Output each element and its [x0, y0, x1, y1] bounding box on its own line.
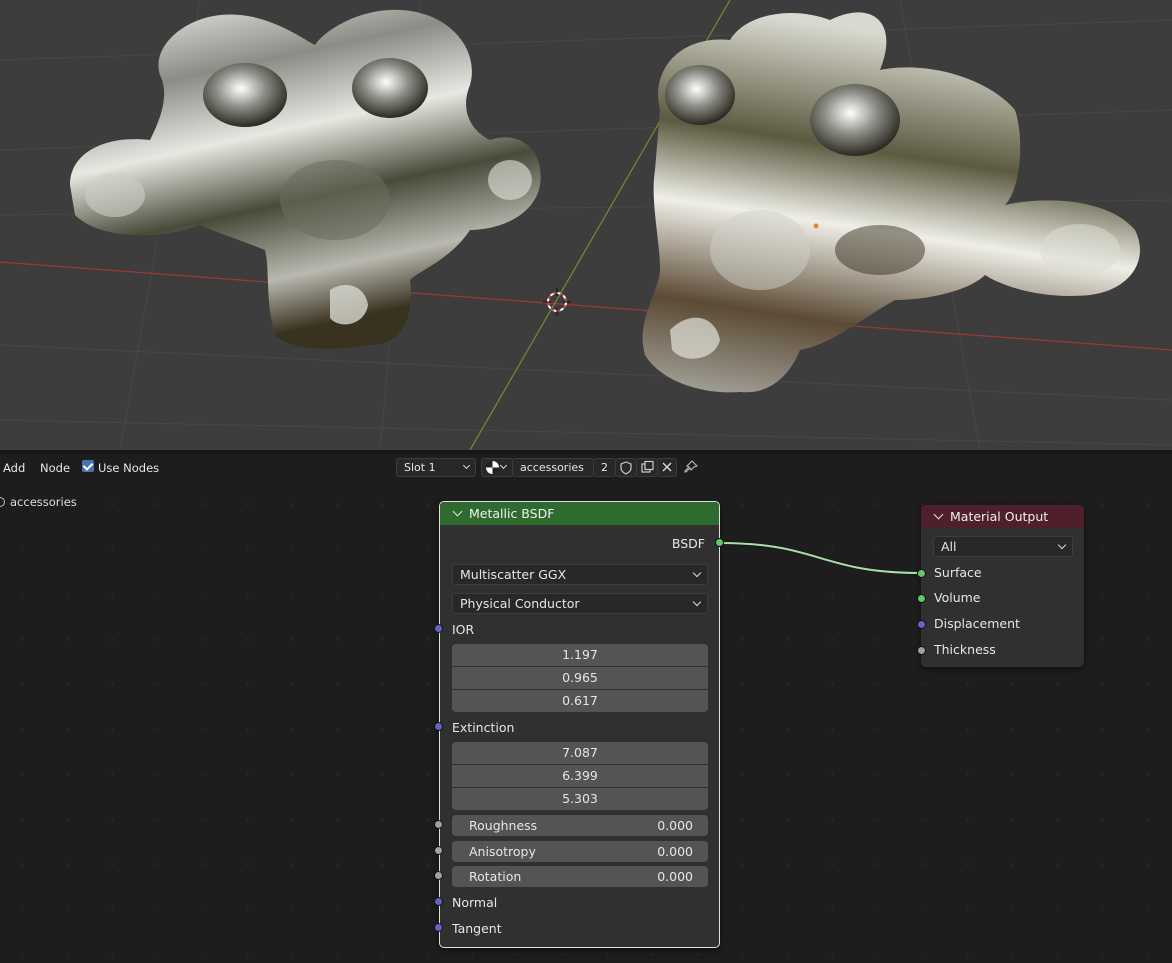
node-editor-canvas[interactable]: accessories Metallic BSDF BSDF Multiscat…	[0, 482, 1172, 963]
material-breadcrumb: accessories	[10, 495, 77, 509]
material-sphere-icon	[486, 461, 499, 474]
ior-input-socket[interactable]	[434, 624, 443, 633]
material-name-field[interactable]: accessories	[512, 458, 594, 477]
rotation-slider[interactable]: Rotation 0.000	[452, 866, 708, 887]
fresnel-type-value: Physical Conductor	[460, 596, 580, 611]
metallic-bsdf-title: Metallic BSDF	[469, 506, 555, 521]
anisotropy-value: 0.000	[657, 844, 693, 859]
ior-x-value: 1.197	[562, 647, 598, 662]
output-target-value: All	[941, 539, 957, 554]
normal-label: Normal	[452, 895, 498, 910]
ior-y-value: 0.965	[562, 670, 598, 685]
rotation-label: Rotation	[469, 869, 522, 884]
ior-z-field[interactable]: 0.617	[452, 690, 708, 712]
surface-input-socket[interactable]	[917, 569, 926, 578]
duplicate-material-button[interactable]	[636, 458, 658, 477]
close-icon	[662, 462, 672, 472]
volume-label: Volume	[934, 590, 981, 605]
rotation-input-socket[interactable]	[434, 871, 443, 880]
user-count-button[interactable]: 2	[593, 458, 616, 477]
chevron-down-icon	[499, 461, 508, 470]
ior-y-field[interactable]: 0.965	[452, 667, 708, 689]
metallic-bsdf-header[interactable]: Metallic BSDF	[440, 502, 719, 525]
use-nodes-label: Use Nodes	[98, 461, 160, 475]
3d-viewport[interactable]	[0, 0, 1172, 450]
chevron-down-icon	[692, 568, 702, 578]
node-editor-header: Add Node Use Nodes Slot 1 accessories 2	[0, 454, 1172, 482]
displacement-input-socket[interactable]	[917, 620, 926, 629]
chevron-down-icon	[692, 597, 702, 607]
anisotropy-input-socket[interactable]	[434, 846, 443, 855]
extinction-input-socket[interactable]	[434, 722, 443, 731]
metallic-bsdf-node[interactable]: Metallic BSDF BSDF Multiscatter GGX Phys…	[439, 501, 720, 948]
ior-label: IOR	[452, 622, 475, 637]
extinction-z-field[interactable]: 5.303	[452, 788, 708, 810]
use-nodes-checkbox[interactable]	[82, 460, 94, 472]
roughness-label: Roughness	[469, 818, 538, 833]
anisotropy-slider[interactable]: Anisotropy 0.000	[452, 841, 708, 862]
displacement-label: Displacement	[934, 616, 1020, 631]
collapse-chevron-icon[interactable]	[933, 509, 944, 520]
tangent-label: Tangent	[452, 921, 502, 936]
extinction-x-value: 7.087	[562, 745, 598, 760]
shield-icon	[620, 461, 632, 475]
extinction-y-value: 6.399	[562, 768, 598, 783]
extinction-y-field[interactable]: 6.399	[452, 765, 708, 787]
roughness-slider[interactable]: Roughness 0.000	[452, 815, 708, 836]
material-output-title: Material Output	[950, 509, 1049, 524]
ior-x-field[interactable]: 1.197	[452, 644, 708, 666]
material-name: accessories	[520, 461, 584, 474]
viewport-scene	[0, 0, 1172, 450]
roughness-value: 0.000	[657, 818, 693, 833]
tangent-input-socket[interactable]	[434, 923, 443, 932]
fake-user-button[interactable]	[615, 458, 637, 477]
collapse-chevron-icon[interactable]	[452, 506, 463, 517]
extinction-x-field[interactable]: 7.087	[452, 742, 708, 764]
thickness-label: Thickness	[934, 642, 996, 657]
monkey-mesh-left[interactable]	[70, 9, 541, 349]
distribution-value: Multiscatter GGX	[460, 567, 567, 582]
bsdf-output-socket[interactable]	[715, 538, 724, 547]
user-count: 2	[601, 461, 608, 474]
chevron-down-icon	[462, 461, 471, 470]
extinction-z-value: 5.303	[562, 791, 598, 806]
roughness-input-socket[interactable]	[434, 820, 443, 829]
output-target-dropdown[interactable]: All	[933, 536, 1073, 557]
3d-cursor-icon[interactable]	[543, 288, 571, 316]
fresnel-type-dropdown[interactable]: Physical Conductor	[452, 593, 708, 614]
material-browse-button[interactable]	[481, 458, 513, 477]
rotation-value: 0.000	[657, 869, 693, 884]
node-menu[interactable]: Node	[40, 461, 70, 475]
extinction-label: Extinction	[452, 720, 515, 735]
slot-label: Slot 1	[404, 461, 436, 474]
surface-label: Surface	[934, 565, 982, 580]
bsdf-output-label: BSDF	[671, 536, 705, 551]
copy-icon	[641, 460, 654, 473]
monkey-mesh-right[interactable]	[642, 12, 1140, 393]
slot-dropdown[interactable]: Slot 1	[396, 458, 476, 477]
pin-icon[interactable]	[683, 459, 699, 475]
normal-input-socket[interactable]	[434, 897, 443, 906]
unlink-material-button[interactable]	[657, 458, 677, 477]
distribution-dropdown[interactable]: Multiscatter GGX	[452, 564, 708, 585]
thickness-input-socket[interactable]	[917, 646, 926, 655]
material-output-node[interactable]: Material Output All Surface Volume Displ…	[921, 505, 1084, 667]
chevron-down-icon	[1057, 540, 1067, 550]
material-output-header[interactable]: Material Output	[921, 505, 1084, 528]
volume-input-socket[interactable]	[917, 594, 926, 603]
anisotropy-label: Anisotropy	[469, 844, 536, 859]
ior-z-value: 0.617	[562, 693, 598, 708]
add-menu[interactable]: Add	[3, 461, 25, 475]
bsdf-to-surface-link[interactable]	[719, 542, 922, 574]
material-breadcrumb-icon	[0, 497, 5, 507]
